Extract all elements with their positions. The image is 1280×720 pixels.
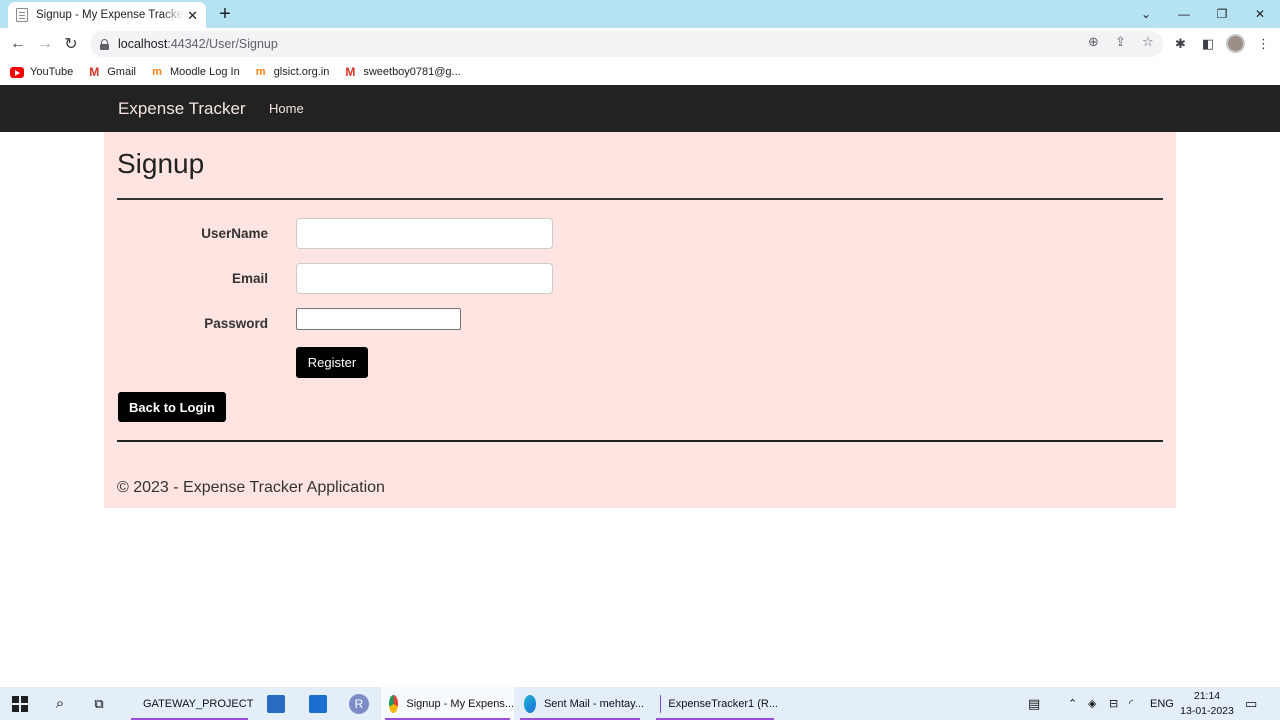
back-arrow-icon[interactable]: ←	[6, 32, 30, 56]
profile-avatar[interactable]	[1226, 34, 1245, 53]
bookmark-label: sweetboy0781@g...	[363, 66, 461, 78]
page-icon	[16, 8, 28, 22]
address-path: :44342/User/Signup	[167, 37, 278, 51]
address-url: localhost:44342/User/Signup	[118, 37, 278, 51]
signup-container: Signup UserName Email Password Register …	[104, 132, 1176, 508]
notifications-icon[interactable]: ▭	[1245, 687, 1257, 720]
address-host: localhost	[118, 37, 168, 51]
new-tab-button[interactable]: +	[214, 4, 236, 24]
taskbar-item-edge[interactable]: Sent Mail - mehtay...	[516, 687, 644, 720]
bookmark-label: YouTube	[30, 66, 74, 78]
lock-icon[interactable]	[100, 38, 109, 50]
taskbar-label: ExpenseTracker1 (R...	[668, 697, 778, 710]
browser-toolbar: ← → ↻ localhost:44342/User/Signup ⊕ ⇪ ☆ …	[0, 28, 1280, 60]
wifi-icon[interactable]: ◜	[1129, 687, 1133, 720]
start-button[interactable]	[8, 687, 32, 720]
system-clock[interactable]: 21:14 13-01-2023	[1180, 689, 1234, 719]
minimize-icon[interactable]: —	[1165, 0, 1203, 28]
taskbar-item-explorer[interactable]: GATEWAY_PROJECT	[127, 687, 254, 720]
close-window-icon[interactable]: ✕	[1241, 0, 1279, 28]
zoom-icon[interactable]: ⊕	[1088, 34, 1099, 50]
r-icon-shape: R	[349, 693, 369, 714]
search-icon[interactable]: ⌕	[50, 687, 70, 720]
register-button[interactable]: Register	[296, 347, 368, 378]
web-page: Expense Tracker Home Signup UserName Ema…	[0, 85, 1280, 687]
news-widget-icon[interactable]: ▤	[1028, 687, 1040, 720]
bookmark-gmail-account[interactable]: M sweetboy0781@g...	[343, 64, 461, 79]
site-brand-link[interactable]: Expense Tracker	[118, 99, 246, 119]
clock-date: 13-01-2023	[1180, 705, 1234, 717]
taskbar-item-chrome[interactable]: Signup - My Expens...	[381, 687, 514, 720]
tab-search-chevron-icon[interactable]: ⌄	[1127, 0, 1165, 28]
r-app-icon[interactable]: R	[347, 687, 371, 720]
store-icon-shape	[267, 694, 285, 713]
bookmark-youtube[interactable]: YouTube	[10, 66, 73, 78]
reload-icon[interactable]: ↻	[59, 32, 83, 56]
language-indicator[interactable]: ENG	[1150, 687, 1174, 720]
extensions-icon[interactable]: ✱	[1175, 36, 1186, 52]
mail-icon[interactable]	[307, 687, 329, 720]
moodle-icon: m	[255, 65, 266, 78]
gmail-icon: M	[89, 64, 100, 79]
bookmark-star-icon[interactable]: ☆	[1142, 34, 1154, 50]
footer-divider	[117, 440, 1163, 442]
share-icon[interactable]: ⇪	[1115, 34, 1126, 50]
chrome-icon	[389, 694, 399, 713]
clock-time: 21:14	[1193, 690, 1221, 702]
divider	[117, 198, 1163, 200]
menu-dots-icon[interactable]: ⋮	[1257, 36, 1270, 52]
windows-taskbar: ⌕ ⧉ GATEWAY_PROJECT R Signup - My Expens…	[0, 687, 1280, 720]
store-icon[interactable]	[265, 687, 287, 720]
footer-text: © 2023 - Expense Tracker Application	[117, 479, 385, 496]
mail-icon-shape	[309, 694, 327, 713]
nav-home-link[interactable]: Home	[269, 101, 304, 116]
gmail-icon: M	[345, 64, 356, 79]
taskbar-label: Signup - My Expens...	[406, 697, 514, 710]
youtube-icon	[10, 66, 24, 78]
address-bar[interactable]: localhost:44342/User/Signup	[90, 31, 1163, 57]
taskbar-item-visual-studio[interactable]: ExpenseTracker1 (R...	[652, 687, 778, 720]
show-hidden-icons-chevron-icon[interactable]: ⌃	[1068, 687, 1077, 720]
bookmark-label: Gmail	[107, 66, 136, 78]
browser-tabstrip: Signup - My Expense Tracker App ✕ + ⌄ — …	[0, 0, 1280, 28]
moodle-icon: m	[152, 65, 162, 78]
bookmark-glsict[interactable]: m glsict.org.in	[254, 66, 330, 78]
close-tab-icon[interactable]: ✕	[187, 9, 198, 22]
email-input[interactable]	[296, 263, 553, 294]
taskbar-label: Sent Mail - mehtay...	[543, 697, 644, 710]
forward-arrow-icon[interactable]: →	[33, 32, 57, 56]
bookmark-label: glsict.org.in	[273, 66, 330, 78]
restore-icon[interactable]: ❐	[1203, 0, 1241, 28]
edge-icon	[524, 694, 536, 713]
security-icon[interactable]: ◈	[1088, 687, 1096, 720]
bookmark-moodle[interactable]: m Moodle Log In	[150, 66, 240, 78]
bookmark-label: Moodle Log In	[169, 66, 240, 78]
username-input[interactable]	[296, 218, 553, 249]
task-view-icon[interactable]: ⧉	[88, 687, 110, 720]
page-title: Signup	[117, 148, 205, 179]
side-panel-icon[interactable]: ◧	[1202, 36, 1214, 52]
taskbar-label: GATEWAY_PROJECT	[143, 697, 254, 710]
bookmarks-bar: YouTube M Gmail m Moodle Log In m glsict…	[0, 60, 1280, 84]
username-label: UserName	[201, 226, 268, 241]
site-navbar: Expense Tracker Home	[0, 85, 1280, 132]
browser-tab-active[interactable]: Signup - My Expense Tracker App ✕	[8, 2, 206, 28]
tab-title: Signup - My Expense Tracker App	[36, 9, 184, 21]
password-input[interactable]	[296, 308, 461, 330]
password-label: Password	[204, 316, 268, 331]
back-to-login-button[interactable]: Back to Login	[118, 392, 226, 422]
bookmark-gmail[interactable]: M Gmail	[87, 64, 136, 79]
windows-logo-icon	[12, 695, 28, 712]
network-icon[interactable]: ⊟	[1109, 687, 1118, 720]
email-label: Email	[231, 271, 268, 286]
